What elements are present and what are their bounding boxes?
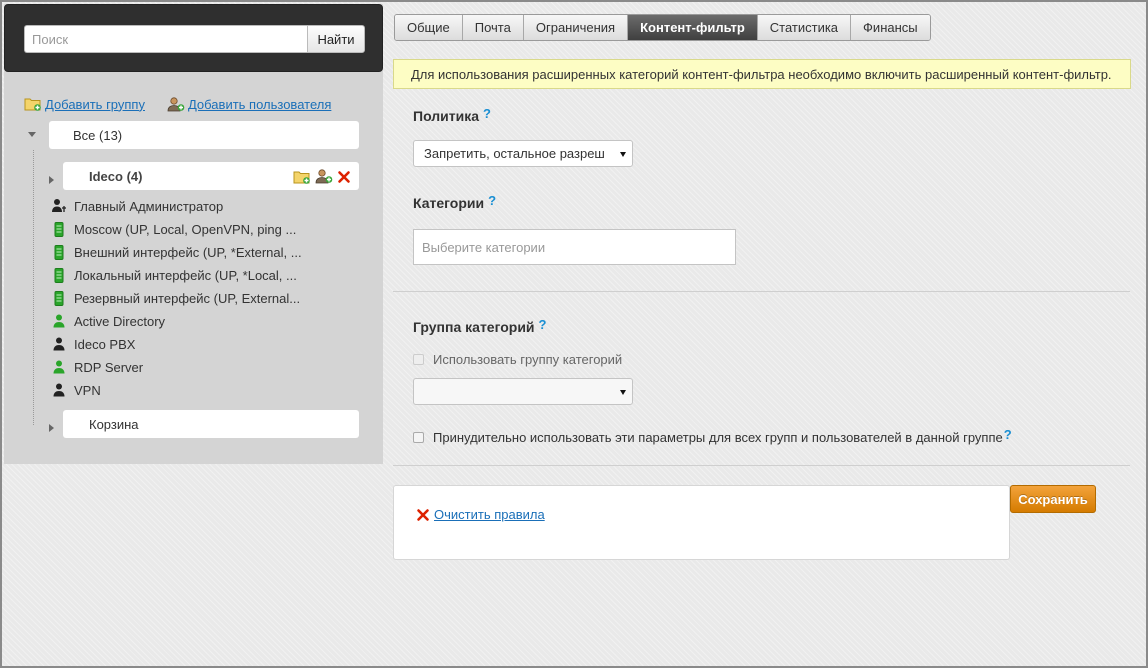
category-group-title-label: Группа категорий	[413, 319, 535, 335]
tree-line	[33, 150, 34, 425]
rules-actions-box: Очистить правила	[393, 485, 1010, 560]
tab-bar: Общие Почта Ограничения Контент-фильтр С…	[394, 14, 931, 41]
tree-item-label: Главный Администратор	[74, 198, 224, 214]
tab-finance[interactable]: Финансы	[851, 15, 930, 40]
use-category-group-checkbox[interactable]	[413, 354, 424, 365]
server-icon	[50, 290, 68, 306]
tree-node-trash-label: Корзина	[89, 416, 139, 432]
tree-item-label: Внешний интерфейс (UP, *External, ...	[74, 244, 302, 260]
search-button[interactable]: Найти	[307, 25, 365, 53]
tree-node-ideco[interactable]: Ideco (4)	[63, 162, 359, 190]
save-button[interactable]: Сохранить	[1010, 485, 1096, 513]
user-icon	[50, 336, 68, 352]
server-icon	[50, 221, 68, 237]
clear-rules-label: Очистить правила	[434, 507, 545, 522]
tree-item-label: VPN	[74, 382, 101, 398]
tree-item-user[interactable]: Active Directory	[50, 310, 320, 332]
tab-restrictions[interactable]: Ограничения	[523, 15, 629, 40]
tree-item-server[interactable]: Внешний интерфейс (UP, *External, ...	[50, 241, 320, 263]
tree-item-label: Active Directory	[74, 313, 166, 329]
policy-title-label: Политика	[413, 108, 480, 124]
collapse-all-toggle[interactable]	[28, 132, 36, 137]
force-params-row: Принудительно использовать эти параметры…	[413, 427, 1012, 445]
tree-item-user[interactable]: Ideco PBX	[50, 333, 320, 355]
tree-item-label: Резервный интерфейс (UP, External...	[74, 290, 301, 306]
folder-add-icon[interactable]	[293, 170, 311, 184]
tab-statistics[interactable]: Статистика	[757, 15, 852, 40]
divider	[393, 465, 1130, 466]
add-user-link[interactable]: Добавить пользователя	[167, 97, 331, 112]
categories-help-icon[interactable]: ?	[488, 193, 496, 208]
user-add-icon	[167, 96, 185, 111]
delete-icon[interactable]	[337, 170, 351, 184]
search-input[interactable]	[24, 25, 307, 53]
tree-node-ideco-label: Ideco (4)	[89, 168, 143, 184]
tree-item-label: RDP Server	[74, 359, 144, 375]
admin-user-icon	[50, 198, 68, 214]
server-icon	[50, 267, 68, 283]
tree-item-server[interactable]: Резервный интерфейс (UP, External...	[50, 287, 320, 309]
add-user-label: Добавить пользователя	[187, 96, 332, 112]
server-icon	[50, 244, 68, 260]
categories-placeholder: Выберите категории	[422, 239, 546, 255]
search-bar: Найти	[4, 4, 383, 72]
user-icon	[50, 382, 68, 398]
tree-item-user[interactable]: RDP Server	[50, 356, 320, 378]
tab-content-filter[interactable]: Контент-фильтр	[628, 15, 758, 40]
force-params-label: Принудительно использовать эти параметры…	[433, 430, 1003, 445]
tree-item-user[interactable]: VPN	[50, 379, 320, 401]
user-icon	[50, 313, 68, 329]
policy-select[interactable]: Запретить, остальное разреш	[413, 140, 633, 167]
add-group-link[interactable]: Добавить группу	[24, 97, 145, 112]
tree-node-all[interactable]: Все (13)	[49, 121, 359, 149]
notice-banner: Для использования расширенных категорий …	[393, 59, 1131, 89]
tree-item-label: Moscow (UP, Local, OpenVPN, ping ...	[74, 221, 297, 237]
user-icon	[50, 359, 68, 375]
tree-item-admin[interactable]: Главный Администратор	[50, 195, 320, 217]
delete-icon	[417, 508, 429, 521]
tree-node-all-label: Все (13)	[73, 127, 123, 143]
tree-item-label: Локальный интерфейс (UP, *Local, ...	[74, 267, 297, 283]
ideco-actions	[293, 169, 351, 184]
force-params-checkbox[interactable]	[413, 432, 424, 443]
chevron-down-icon	[620, 389, 626, 395]
category-group-title: Группа категорий?	[413, 317, 547, 335]
policy-title: Политика?	[413, 106, 491, 124]
policy-select-value: Запретить, остальное разреш	[424, 146, 605, 161]
folder-add-icon	[24, 98, 41, 111]
user-add-icon[interactable]	[315, 169, 333, 184]
category-group-select[interactable]	[413, 378, 633, 405]
tree-node-trash[interactable]: Корзина	[63, 410, 359, 438]
use-category-group-label: Использовать группу категорий	[433, 352, 623, 367]
tab-general[interactable]: Общие	[395, 15, 463, 40]
divider	[393, 291, 1130, 292]
notice-text: Для использования расширенных категорий …	[411, 66, 1112, 82]
expand-trash-toggle[interactable]	[49, 424, 54, 432]
tree-item-server[interactable]: Локальный интерфейс (UP, *Local, ...	[50, 264, 320, 286]
chevron-down-icon	[620, 151, 626, 157]
use-category-group-row: Использовать группу категорий	[413, 352, 622, 367]
category-group-help-icon[interactable]: ?	[539, 317, 547, 332]
tree-actions: Добавить группу Добавить пользователя	[24, 94, 353, 114]
tree-item-server[interactable]: Moscow (UP, Local, OpenVPN, ping ...	[50, 218, 320, 240]
categories-input[interactable]: Выберите категории	[413, 229, 736, 265]
expand-ideco-toggle[interactable]	[49, 176, 54, 184]
categories-title-label: Категории	[413, 195, 485, 211]
force-params-help-icon[interactable]: ?	[1004, 427, 1012, 442]
tree-item-label: Ideco PBX	[74, 336, 136, 352]
clear-rules-link[interactable]: Очистить правила	[416, 507, 545, 522]
policy-help-icon[interactable]: ?	[483, 106, 491, 121]
add-group-label: Добавить группу	[45, 96, 145, 112]
tab-mail[interactable]: Почта	[462, 15, 524, 40]
categories-title: Категории?	[413, 193, 496, 211]
